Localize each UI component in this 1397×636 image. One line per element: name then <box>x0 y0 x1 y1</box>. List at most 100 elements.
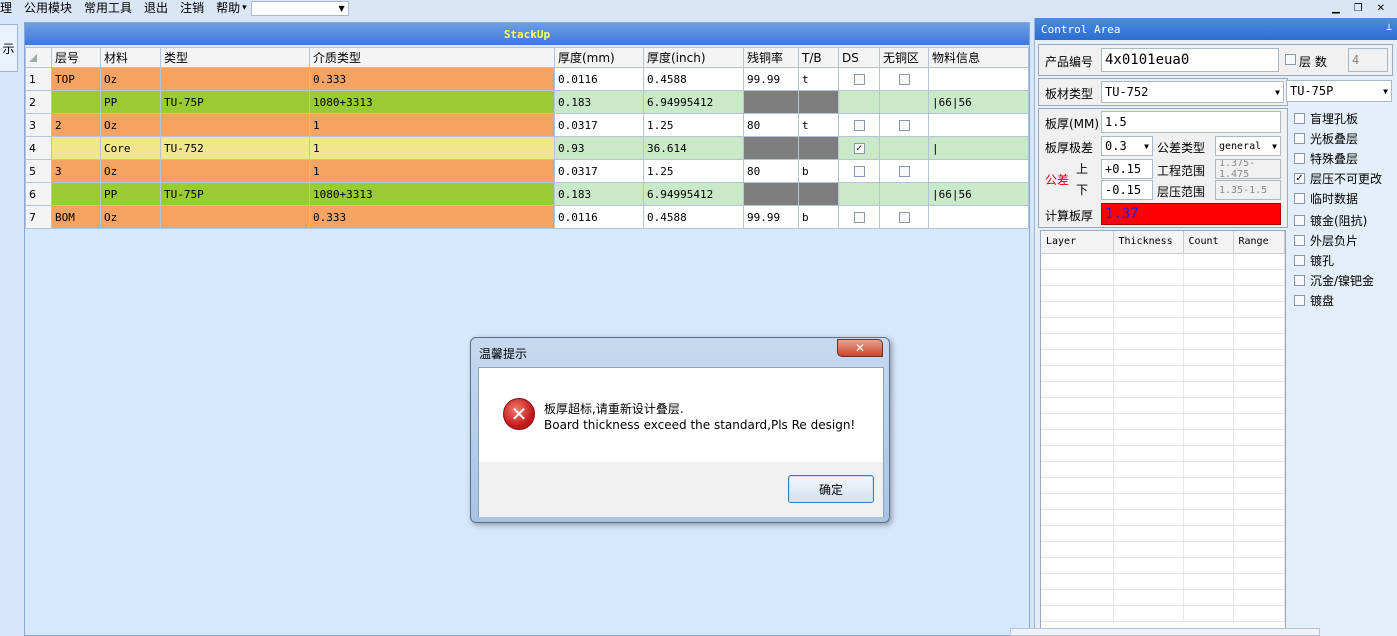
layer-table-cell[interactable] <box>1233 445 1285 462</box>
col-header-layer[interactable]: 层号 <box>51 47 101 68</box>
layer-table-cell[interactable] <box>1233 477 1285 494</box>
layer-table-cell[interactable] <box>1183 397 1234 414</box>
layer-table-cell[interactable] <box>1041 509 1114 526</box>
row-number-cell[interactable]: 4 <box>25 136 52 160</box>
layer-table-row[interactable] <box>1041 381 1285 398</box>
layer-table-cell[interactable] <box>1183 557 1234 574</box>
layer-table-row[interactable] <box>1041 509 1285 526</box>
left-side-tab[interactable]: 示 <box>0 24 18 72</box>
layer-table-row[interactable] <box>1041 349 1285 366</box>
no-copper-checkbox[interactable] <box>898 166 910 177</box>
no-copper-checkbox[interactable] <box>898 212 910 223</box>
layer-table-cell[interactable] <box>1113 333 1184 350</box>
layer-table-cell[interactable] <box>1183 477 1234 494</box>
copper-ratio-cell[interactable]: 99.99 <box>743 205 799 229</box>
layer-table-cell[interactable] <box>1113 477 1184 494</box>
option-5[interactable]: 临时数据 <box>1294 190 1358 207</box>
row-number-cell[interactable]: 5 <box>25 159 52 183</box>
layer-table-cell[interactable] <box>1041 605 1114 622</box>
option-8[interactable]: 镀孔 <box>1294 252 1334 269</box>
tb-cell[interactable]: t <box>798 67 839 91</box>
thickness-mm-cell[interactable]: 0.183 <box>554 90 644 114</box>
layer-table-row[interactable] <box>1041 445 1285 462</box>
dielectric-cell[interactable]: 0.333 <box>309 205 555 229</box>
tb-cell[interactable]: b <box>798 205 839 229</box>
ok-button[interactable]: 确定 <box>788 475 874 503</box>
layer-cell[interactable] <box>51 90 101 114</box>
table-row[interactable]: 7 BOM Oz 0.333 0.0116 0.4588 99.99 b <box>25 205 1029 229</box>
option-7[interactable]: 外层负片 <box>1294 232 1358 249</box>
copper-ratio-cell[interactable] <box>743 136 799 160</box>
thickness-inch-cell[interactable]: 36.614 <box>643 136 744 160</box>
material-info-cell[interactable] <box>928 205 1029 229</box>
layer-table-cell[interactable] <box>1183 461 1234 478</box>
material-info-cell[interactable]: | <box>928 136 1029 160</box>
layer-table-row[interactable] <box>1041 541 1285 558</box>
option-3[interactable]: 特殊叠层 <box>1294 150 1358 167</box>
ds-checkbox[interactable] <box>853 120 865 131</box>
option-checkbox[interactable] <box>1294 113 1305 124</box>
layer-table-cell[interactable] <box>1041 589 1114 606</box>
row-number-cell[interactable]: 7 <box>25 205 52 229</box>
layer-table-cell[interactable] <box>1183 541 1234 558</box>
table-row[interactable]: 1 TOP Oz 0.333 0.0116 0.4588 99.99 t <box>25 67 1029 91</box>
layer-cell[interactable]: BOM <box>51 205 101 229</box>
ds-cell[interactable] <box>838 113 880 137</box>
option-checkbox[interactable] <box>1294 193 1305 204</box>
layer-cell[interactable]: TOP <box>51 67 101 91</box>
material-info-cell[interactable] <box>928 113 1029 137</box>
layer-table-row[interactable] <box>1041 605 1285 622</box>
layer-table-cell[interactable] <box>1233 413 1285 430</box>
tol-level-select[interactable]: 0.3 ▼ <box>1101 136 1153 156</box>
copper-ratio-cell[interactable]: 80 <box>743 113 799 137</box>
type-cell[interactable]: TU-75P <box>160 182 310 206</box>
layer-table-cell[interactable] <box>1113 573 1184 590</box>
layer-table-cell[interactable] <box>1113 397 1184 414</box>
layer-table-row[interactable] <box>1041 557 1285 574</box>
layer-table-cell[interactable] <box>1041 461 1114 478</box>
layer-table-cell[interactable] <box>1113 317 1184 334</box>
board-type-select[interactable]: TU-752 ▼ <box>1101 81 1284 103</box>
no-copper-checkbox[interactable] <box>898 120 910 131</box>
layer-table-cell[interactable] <box>1113 525 1184 542</box>
no-copper-cell[interactable] <box>879 182 929 206</box>
layer-table-cell[interactable] <box>1041 525 1114 542</box>
copper-ratio-cell[interactable] <box>743 182 799 206</box>
no-copper-cell[interactable] <box>879 205 929 229</box>
menu-item-partial[interactable]: 理 <box>0 1 18 15</box>
layer-table-cell[interactable] <box>1113 269 1184 286</box>
ds-cell[interactable] <box>838 205 880 229</box>
product-number-input[interactable]: 4x0101eua0 <box>1101 48 1279 72</box>
ds-cell[interactable] <box>838 90 880 114</box>
layer-table-cell[interactable] <box>1041 493 1114 510</box>
dielectric-cell[interactable]: 1 <box>309 136 555 160</box>
col-header-layer-name[interactable]: Layer <box>1041 231 1114 254</box>
layer-table-cell[interactable] <box>1183 493 1234 510</box>
layer-table-row[interactable] <box>1041 493 1285 510</box>
layer-table-cell[interactable] <box>1041 477 1114 494</box>
option-1[interactable]: 盲埋孔板 <box>1294 110 1358 127</box>
layer-table-cell[interactable] <box>1183 333 1234 350</box>
layer-table-row[interactable] <box>1041 429 1285 446</box>
layer-table-row[interactable] <box>1041 413 1285 430</box>
thickness-mm-cell[interactable]: 0.0317 <box>554 159 644 183</box>
layer-table-cell[interactable] <box>1233 429 1285 446</box>
copper-ratio-cell[interactable]: 80 <box>743 159 799 183</box>
layer-table-cell[interactable] <box>1113 301 1184 318</box>
layer-table-row[interactable] <box>1041 253 1285 270</box>
type-cell[interactable] <box>160 113 310 137</box>
option-checkbox[interactable] <box>1294 133 1305 144</box>
layer-table-cell[interactable] <box>1113 349 1184 366</box>
col-header-range[interactable]: Range <box>1233 231 1285 254</box>
layer-table-row[interactable] <box>1041 397 1285 414</box>
no-copper-cell[interactable] <box>879 67 929 91</box>
thickness-inch-cell[interactable]: 1.25 <box>643 113 744 137</box>
layer-table-cell[interactable] <box>1233 589 1285 606</box>
dielectric-cell[interactable]: 1 <box>309 113 555 137</box>
layer-table-cell[interactable] <box>1113 461 1184 478</box>
lower-tol-input[interactable]: -0.15 <box>1101 180 1153 200</box>
type-cell[interactable]: TU-75P <box>160 90 310 114</box>
material-cell[interactable]: PP <box>100 90 161 114</box>
tb-cell[interactable] <box>798 136 839 160</box>
layer-table-row[interactable] <box>1041 525 1285 542</box>
